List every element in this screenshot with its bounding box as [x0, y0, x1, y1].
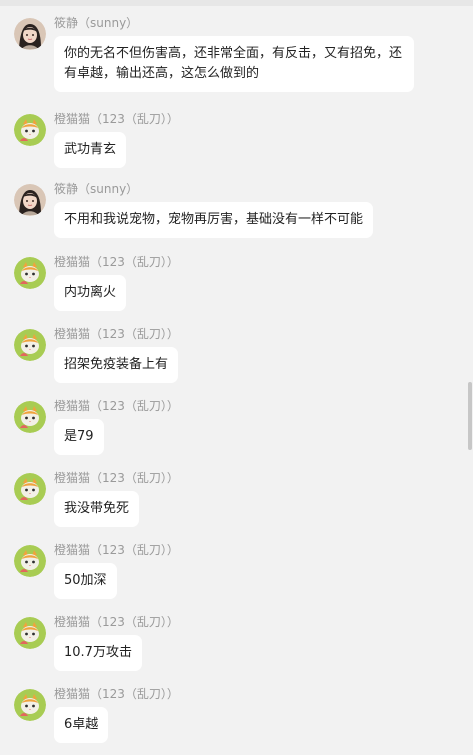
sender-name[interactable]: 筱静（sunny）: [54, 16, 138, 30]
sender-name[interactable]: 橙猫猫（123（乱刀））: [54, 255, 179, 269]
scrollbar-track[interactable]: [467, 6, 473, 755]
message-bubble[interactable]: 不用和我说宠物，宠物再厉害，基础没有一样不可能: [54, 202, 374, 238]
sender-name[interactable]: 橙猫猫（123（乱刀））: [54, 687, 179, 701]
message-bubble[interactable]: 是79: [54, 419, 104, 455]
cat-avatar-icon[interactable]: [14, 114, 46, 146]
cat-avatar-icon[interactable]: [14, 689, 46, 721]
message-bubble[interactable]: 50加深: [54, 563, 117, 599]
cat-avatar-icon[interactable]: [14, 329, 46, 361]
cat-avatar-icon[interactable]: [14, 473, 46, 505]
message-bubble[interactable]: 6卓越: [54, 707, 109, 743]
scrollbar-thumb[interactable]: [468, 382, 472, 450]
sender-name[interactable]: 橙猫猫（123（乱刀））: [54, 327, 179, 341]
sender-name[interactable]: 橙猫猫（123（乱刀））: [54, 112, 179, 126]
girl-avatar-icon[interactable]: [14, 18, 46, 50]
girl-avatar-icon[interactable]: [14, 184, 46, 216]
cat-avatar-icon[interactable]: [14, 257, 46, 289]
message-bubble[interactable]: 内功离火: [54, 275, 127, 311]
sender-name[interactable]: 橙猫猫（123（乱刀））: [54, 543, 179, 557]
sender-name[interactable]: 橙猫猫（123（乱刀））: [54, 615, 179, 629]
message-bubble[interactable]: 招架免疫装备上有: [54, 347, 179, 383]
header-divider: [0, 0, 473, 6]
message-bubble[interactable]: 我没带免死: [54, 491, 140, 527]
sender-name[interactable]: 橙猫猫（123（乱刀））: [54, 471, 179, 485]
message-bubble[interactable]: 10.7万攻击: [54, 635, 142, 671]
cat-avatar-icon[interactable]: [14, 617, 46, 649]
chat-panel: 筱静（sunny） 你的无名不但伤害高，还非常全面，有反击，又有招免，还有卓越，…: [0, 0, 473, 755]
sender-name[interactable]: 筱静（sunny）: [54, 182, 138, 196]
message-bubble[interactable]: 你的无名不但伤害高，还非常全面，有反击，又有招免，还有卓越，输出还高，这怎么做到…: [54, 36, 414, 92]
message-bubble[interactable]: 武功青玄: [54, 132, 127, 168]
cat-avatar-icon[interactable]: [14, 401, 46, 433]
sender-name[interactable]: 橙猫猫（123（乱刀））: [54, 399, 179, 413]
cat-avatar-icon[interactable]: [14, 545, 46, 577]
